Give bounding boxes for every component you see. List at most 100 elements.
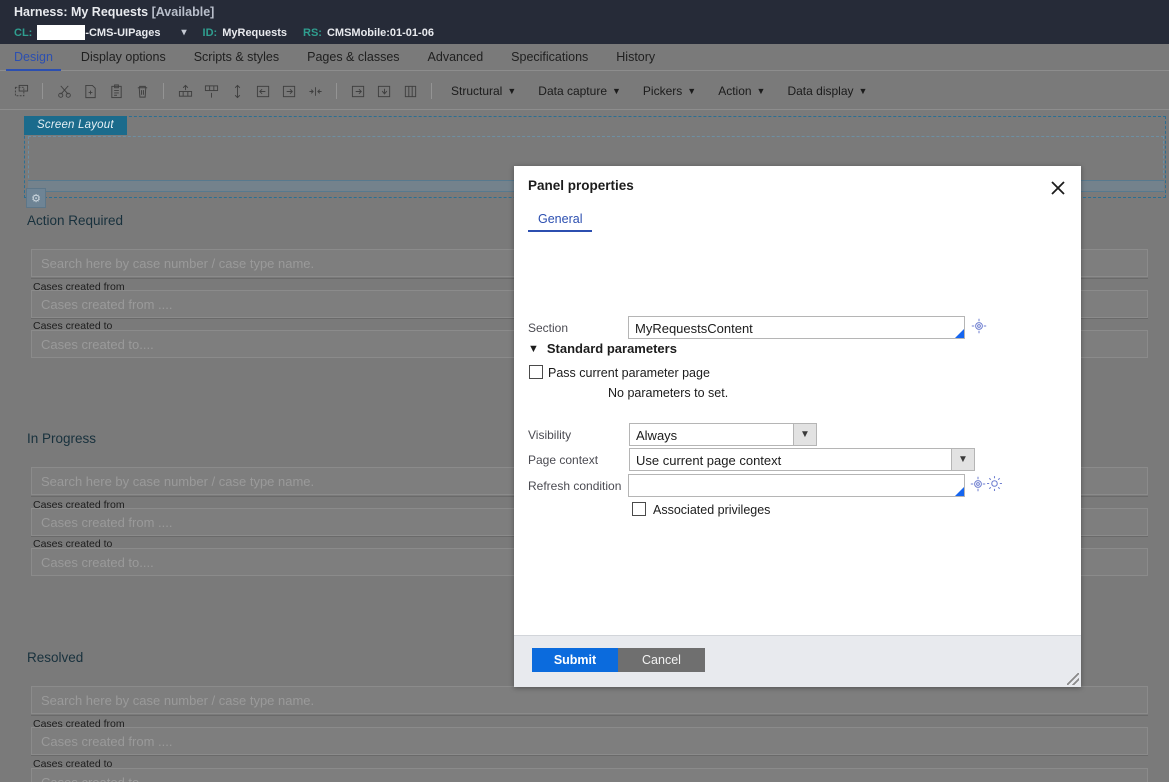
visibility-label: Visibility bbox=[528, 428, 572, 442]
menu-data-capture[interactable]: Data capture ▼ bbox=[538, 84, 621, 98]
tab-display-options[interactable]: Display options bbox=[67, 44, 180, 71]
toolbar-divider bbox=[42, 83, 43, 99]
menu-pickers[interactable]: Pickers ▼ bbox=[643, 84, 696, 98]
main-tabbar: Design Display options Scripts & styles … bbox=[0, 44, 1169, 71]
paste-new-icon[interactable] bbox=[79, 80, 101, 102]
insert-left-icon[interactable] bbox=[252, 80, 274, 102]
ruleset-key-label: RS: bbox=[303, 26, 322, 39]
toolbar-divider bbox=[163, 83, 164, 99]
menu-structural[interactable]: Structural ▼ bbox=[451, 84, 516, 98]
insert-row-icon[interactable] bbox=[174, 80, 196, 102]
tab-advanced[interactable]: Advanced bbox=[414, 44, 498, 71]
harness-meta: CL: -CMS-UIPages ▾ ID: MyRequests RS: CM… bbox=[14, 25, 450, 40]
redacted-class-box bbox=[37, 25, 86, 40]
dialog-body: Section MyRequestsContent ▼ Standard par… bbox=[514, 238, 1081, 638]
section-title: Resolved bbox=[27, 650, 84, 665]
tab-display-options-label: Display options bbox=[80, 50, 166, 64]
menu-data-display-label: Data display bbox=[787, 84, 854, 98]
class-key-label: CL: bbox=[14, 26, 33, 39]
merge-cells-icon[interactable] bbox=[304, 80, 326, 102]
resize-handle[interactable] bbox=[1067, 673, 1079, 685]
menu-data-display[interactable]: Data display ▼ bbox=[787, 84, 867, 98]
harness-status-text: [Available] bbox=[151, 5, 215, 19]
crosshair-icon[interactable] bbox=[970, 476, 986, 492]
chevron-down-icon: ▼ bbox=[858, 86, 868, 96]
submit-button-label: Submit bbox=[553, 653, 597, 667]
tab-history-label: History bbox=[616, 50, 656, 64]
screen-layout-tag[interactable]: Screen Layout bbox=[24, 116, 127, 135]
pass-current-parameter-page-checkbox[interactable] bbox=[529, 365, 543, 379]
page-title: Harness: My Requests [Available] bbox=[14, 5, 214, 19]
cases-created-from-input[interactable]: Cases created from .... bbox=[31, 727, 1148, 755]
menu-data-capture-label: Data capture bbox=[538, 84, 607, 98]
panel-properties-dialog: Panel properties General Section MyReque… bbox=[514, 166, 1081, 687]
section-title: Action Required bbox=[27, 213, 124, 228]
chevron-down-icon[interactable]: ▾ bbox=[182, 27, 187, 38]
id-key-label: ID: bbox=[202, 26, 218, 39]
tab-specifications[interactable]: Specifications bbox=[497, 44, 602, 71]
gear-icon[interactable]: ⚙ bbox=[26, 188, 46, 208]
close-icon[interactable] bbox=[1043, 173, 1073, 203]
cut-icon[interactable] bbox=[53, 80, 75, 102]
no-parameters-note: No parameters to set. bbox=[608, 386, 729, 400]
dialog-footer: Submit Cancel bbox=[514, 635, 1081, 687]
refresh-condition-input[interactable] bbox=[628, 474, 965, 497]
copy-layout-icon[interactable] bbox=[10, 80, 32, 102]
tab-design[interactable]: Design bbox=[0, 44, 67, 71]
tab-scripts-styles-label: Scripts & styles bbox=[193, 50, 280, 64]
class-value-label: -CMS-UIPages bbox=[85, 26, 161, 39]
insert-column-icon[interactable] bbox=[200, 80, 222, 102]
harness-title-text: Harness: My Requests bbox=[14, 5, 149, 19]
tab-general-label: General bbox=[538, 212, 583, 226]
delete-icon[interactable] bbox=[131, 80, 153, 102]
id-value-label: MyRequests bbox=[222, 26, 288, 39]
visibility-select[interactable]: Always ▼ bbox=[629, 423, 817, 446]
chevron-down-icon: ▼ bbox=[528, 342, 539, 355]
menu-pickers-label: Pickers bbox=[642, 84, 683, 98]
app-root: Harness: My Requests [Available] CL: -CM… bbox=[0, 0, 1169, 782]
dialog-header: Panel properties bbox=[514, 166, 1081, 210]
tab-general[interactable]: General bbox=[528, 210, 593, 232]
chevron-down-icon: ▼ bbox=[793, 424, 816, 445]
add-cell-below-icon[interactable] bbox=[373, 80, 395, 102]
design-toolbar: Structural ▼ Data capture ▼ Pickers ▼ Ac… bbox=[0, 72, 1169, 110]
clipboard-icon[interactable] bbox=[105, 80, 127, 102]
visibility-select-text: Always bbox=[636, 428, 678, 443]
section-field-label: Section bbox=[528, 321, 569, 335]
tab-specifications-label: Specifications bbox=[511, 50, 589, 64]
app-header: Harness: My Requests [Available] CL: -CM… bbox=[0, 0, 1169, 44]
page-context-select[interactable]: Use current page context ▼ bbox=[629, 448, 975, 471]
tab-advanced-label: Advanced bbox=[427, 50, 484, 64]
chevron-down-icon: ▼ bbox=[951, 449, 974, 470]
crosshair-icon[interactable] bbox=[971, 318, 987, 334]
menu-action[interactable]: Action ▼ bbox=[718, 84, 765, 98]
tab-pages-classes[interactable]: Pages & classes bbox=[293, 44, 413, 71]
page-context-select-text: Use current page context bbox=[636, 453, 782, 468]
associated-privileges-checkbox[interactable] bbox=[632, 502, 646, 516]
tab-history[interactable]: History bbox=[602, 44, 669, 71]
tab-pages-classes-label: Pages & classes bbox=[307, 50, 400, 64]
chevron-down-icon: ▼ bbox=[756, 86, 766, 96]
page-context-label: Page context bbox=[528, 453, 599, 467]
columns-icon[interactable] bbox=[399, 80, 421, 102]
section-input[interactable]: MyRequestsContent bbox=[628, 316, 965, 339]
menu-structural-label: Structural bbox=[451, 84, 503, 98]
dialog-tabbar: General bbox=[514, 210, 1081, 238]
insert-right-icon[interactable] bbox=[278, 80, 300, 102]
submit-button[interactable]: Submit bbox=[532, 648, 618, 672]
row-height-icon[interactable] bbox=[226, 80, 248, 102]
dialog-title: Panel properties bbox=[528, 178, 634, 193]
search-input[interactable]: Search here by case number / case type n… bbox=[31, 686, 1148, 714]
chevron-down-icon: ▼ bbox=[507, 86, 517, 96]
standard-parameters-group-header[interactable]: ▼ Standard parameters bbox=[528, 341, 677, 356]
tab-scripts-styles[interactable]: Scripts & styles bbox=[180, 44, 293, 71]
tab-design-label: Design bbox=[14, 50, 53, 64]
field-divider bbox=[31, 755, 1148, 756]
section-title: In Progress bbox=[27, 431, 97, 446]
gear-icon[interactable] bbox=[986, 475, 1002, 491]
standard-parameters-label: Standard parameters bbox=[546, 341, 677, 356]
cases-created-to-input[interactable]: Cases created to.... bbox=[31, 768, 1148, 782]
cancel-button[interactable]: Cancel bbox=[618, 648, 705, 672]
associated-privileges-label: Associated privileges bbox=[653, 503, 771, 517]
add-cell-right-icon[interactable] bbox=[347, 80, 369, 102]
